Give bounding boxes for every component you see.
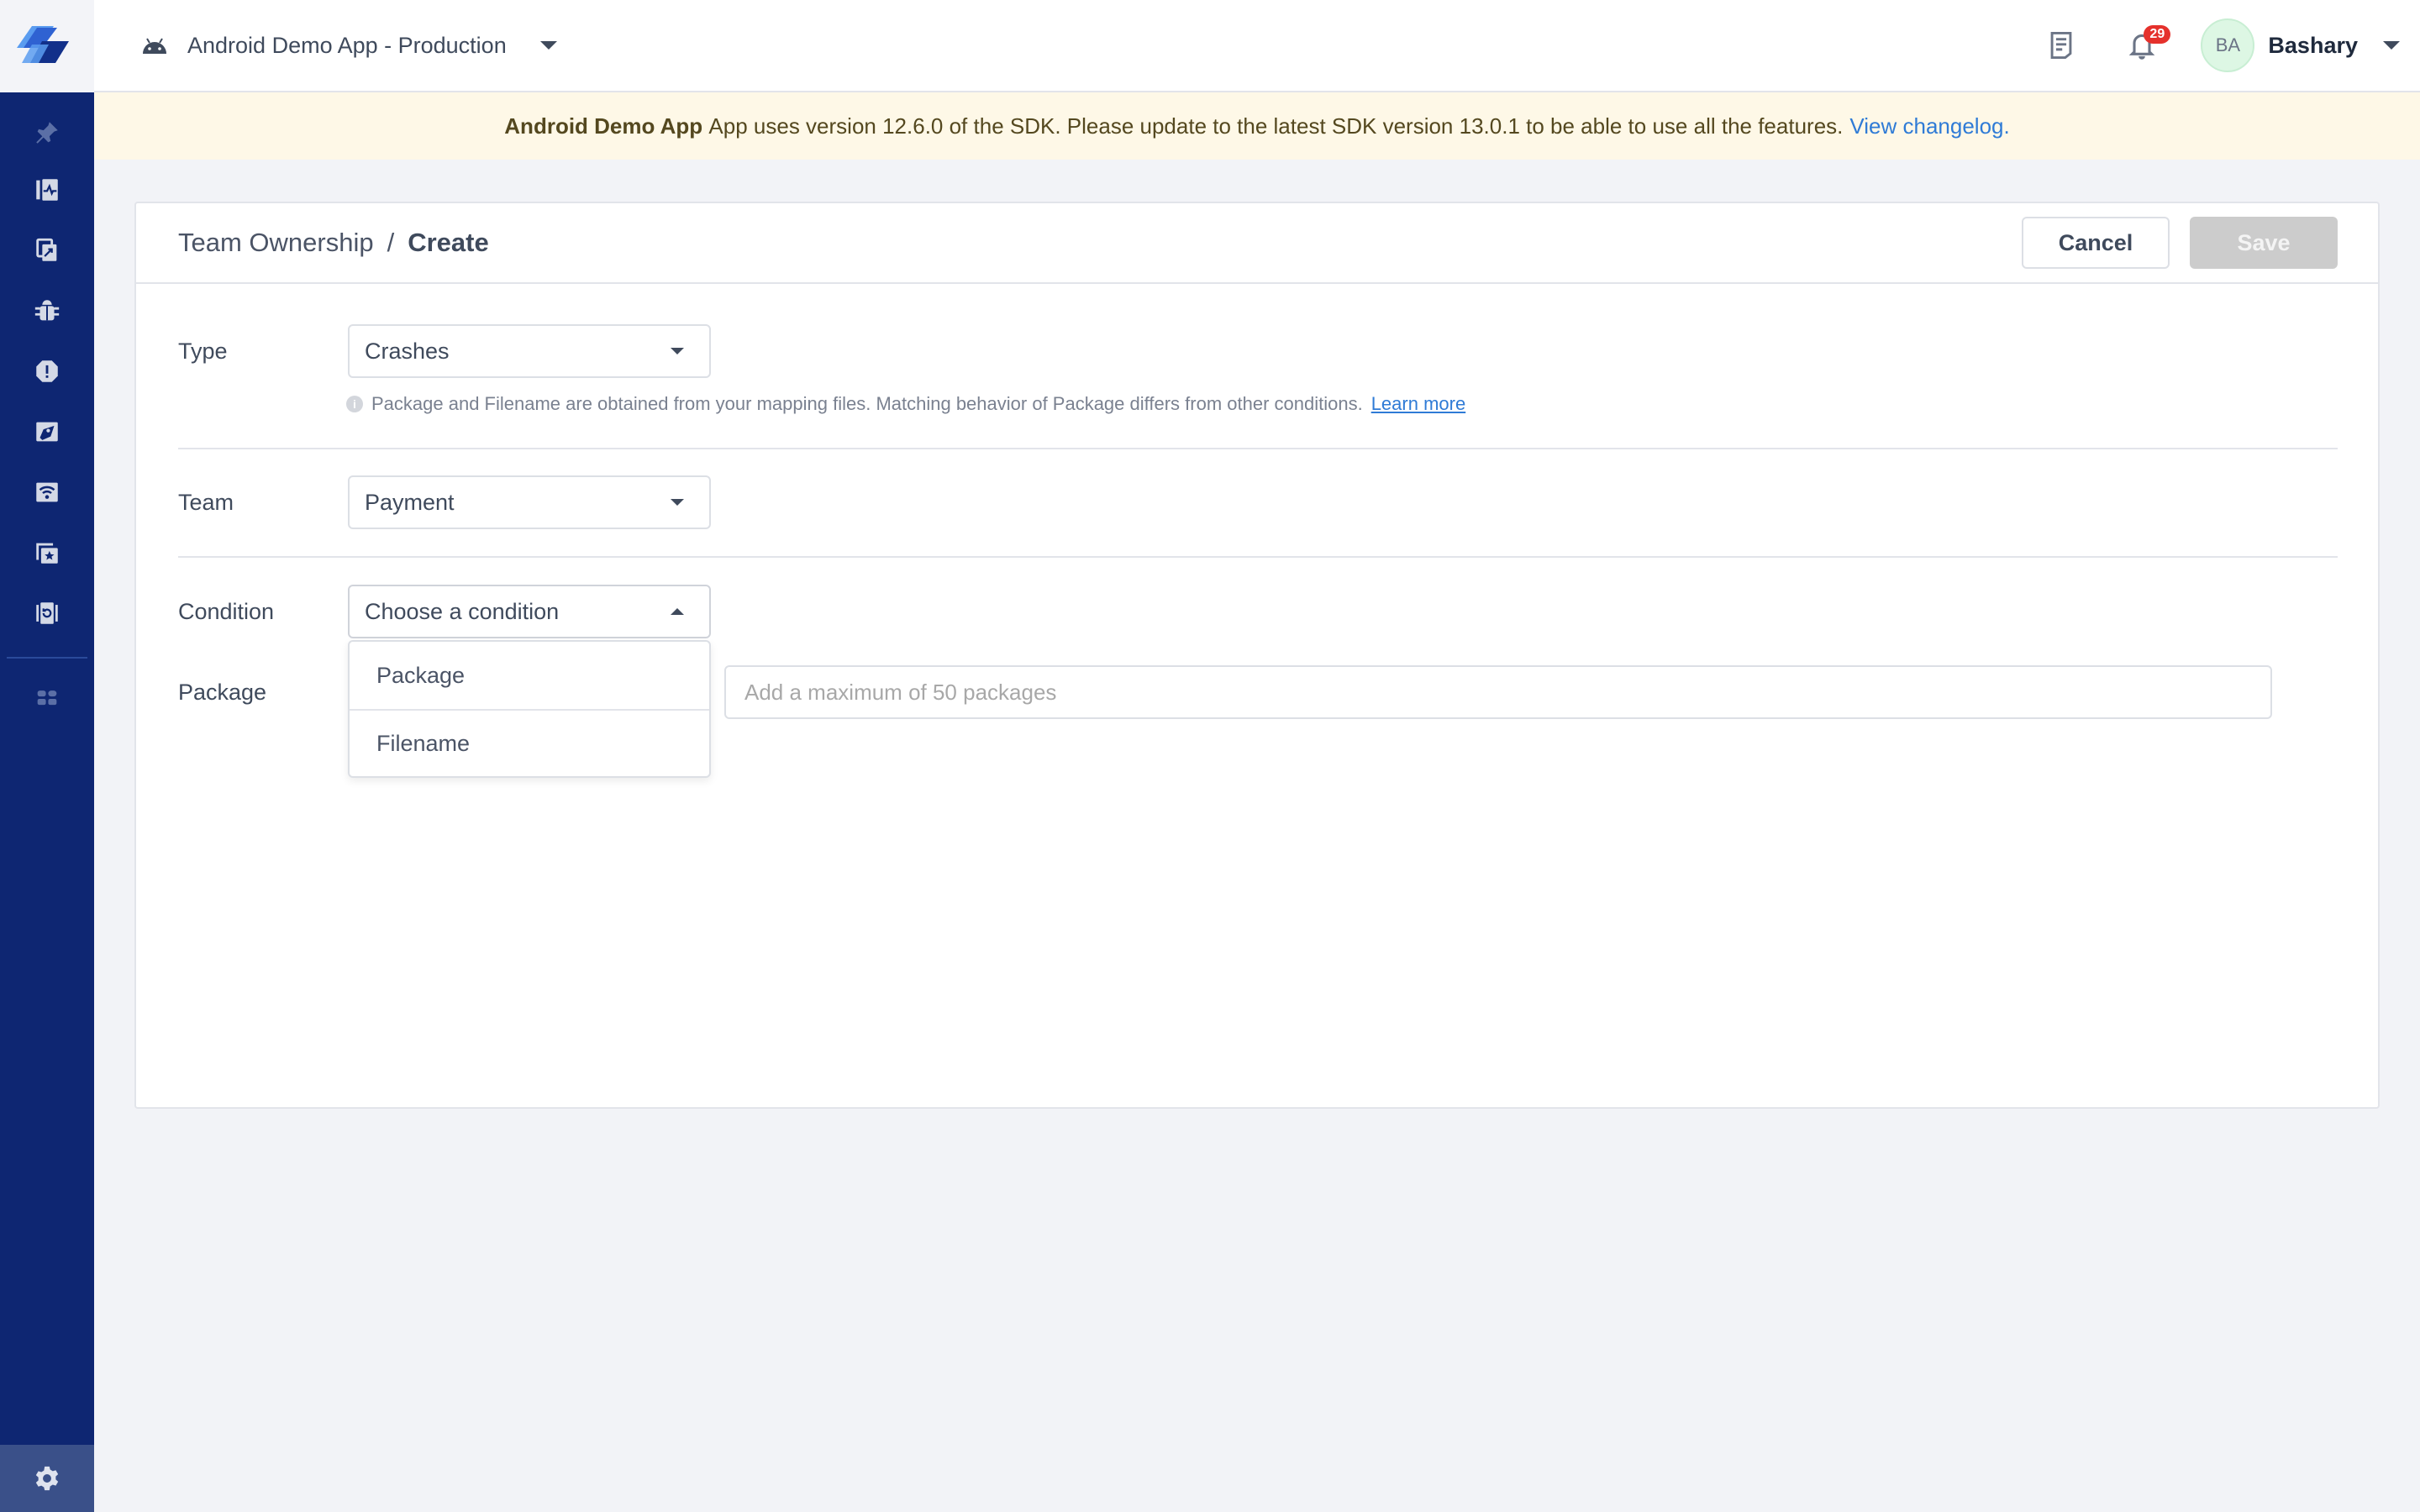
cancel-button[interactable]: Cancel — [2022, 217, 2170, 269]
breadcrumb-separator: / — [387, 228, 395, 257]
notification-badge: 29 — [2144, 25, 2171, 44]
save-button[interactable]: Save — [2190, 217, 2338, 269]
team-value: Payment — [365, 489, 455, 515]
sidebar-item-network[interactable] — [0, 467, 94, 517]
sidebar-item-surveys[interactable] — [0, 528, 94, 578]
top-bar: Android Demo App - Production 29 BA Bash… — [94, 0, 2420, 92]
document-icon — [2051, 31, 2072, 60]
condition-dropdown: Package Filename — [348, 640, 711, 778]
sidebar — [0, 0, 94, 1512]
breadcrumb-current: Create — [408, 228, 489, 257]
rocket-icon — [36, 422, 58, 442]
crash-alert-icon — [36, 360, 58, 382]
type-value: Crashes — [365, 338, 450, 364]
team-ownership-card: Team Ownership / Create Cancel Save Type… — [134, 202, 2380, 1109]
chevron-down-icon — [671, 348, 684, 354]
replay-icon — [36, 602, 58, 624]
sidebar-item-session-replay[interactable] — [0, 588, 94, 638]
mapping-hint: i Package and Filename are obtained from… — [346, 393, 1465, 415]
condition-option-filename[interactable]: Filename — [350, 709, 709, 776]
logo[interactable] — [0, 0, 94, 92]
sidebar-item-app-ratings[interactable] — [0, 225, 94, 276]
condition-label: Condition — [178, 599, 275, 624]
sidebar-divider — [7, 657, 87, 659]
app-ratings-icon — [36, 238, 57, 261]
type-label: Type — [178, 339, 228, 364]
view-changelog-link[interactable]: View changelog. — [1849, 113, 2009, 139]
sidebar-item-bugs[interactable] — [0, 286, 94, 336]
banner-app-name: Android Demo App — [504, 113, 703, 139]
condition-select[interactable]: Choose a condition — [348, 585, 711, 638]
team-label: Team — [178, 490, 234, 515]
app-name: Android Demo App - Production — [187, 32, 507, 58]
sidebar-item-pinned[interactable] — [0, 108, 94, 158]
type-select[interactable]: Crashes — [348, 324, 711, 378]
condition-value: Choose a condition — [365, 598, 560, 624]
android-icon — [143, 38, 166, 54]
gear-icon — [35, 1466, 59, 1491]
wifi-icon — [36, 482, 58, 502]
user-menu[interactable]: BA Bashary — [2201, 18, 2400, 72]
sidebar-item-apm[interactable] — [0, 165, 94, 215]
bug-icon — [34, 300, 60, 321]
settings-button[interactable] — [0, 1445, 94, 1512]
team-select[interactable]: Payment — [348, 475, 711, 529]
package-label: Package — [178, 680, 267, 705]
breadcrumb-root[interactable]: Team Ownership — [178, 228, 374, 258]
docs-button[interactable] — [2036, 20, 2086, 71]
hint-text: Package and Filename are obtained from y… — [371, 393, 1363, 414]
chevron-down-icon — [2383, 41, 2400, 50]
chevron-up-icon — [671, 608, 684, 615]
sdk-update-banner: Android Demo App App uses version 12.6.0… — [94, 92, 2420, 160]
learn-more-link[interactable]: Learn more — [1371, 393, 1466, 415]
banner-message: App uses version 12.6.0 of the SDK. Plea… — [708, 113, 1844, 139]
apps-grid-icon — [37, 690, 57, 706]
chevron-down-icon — [539, 41, 557, 50]
performance-icon — [36, 179, 58, 201]
pin-icon — [36, 122, 58, 144]
sidebar-item-more-apps[interactable] — [0, 674, 94, 724]
divider — [178, 556, 2338, 558]
brand-logo-icon — [17, 26, 69, 63]
package-input[interactable] — [724, 665, 2272, 719]
app-switcher[interactable]: Android Demo App - Production — [140, 0, 557, 91]
card-header: Team Ownership / Create Cancel Save — [136, 203, 2378, 284]
notifications-button[interactable]: 29 — [2117, 20, 2171, 71]
user-name: Bashary — [2268, 32, 2358, 58]
divider — [178, 448, 2338, 449]
avatar: BA — [2201, 18, 2255, 72]
condition-option-package[interactable]: Package — [350, 642, 709, 709]
sidebar-item-crashes[interactable] — [0, 346, 94, 396]
star-cards-icon — [36, 543, 58, 564]
chevron-down-icon — [671, 499, 684, 506]
sidebar-item-releases[interactable] — [0, 407, 94, 457]
info-icon: i — [346, 396, 363, 412]
